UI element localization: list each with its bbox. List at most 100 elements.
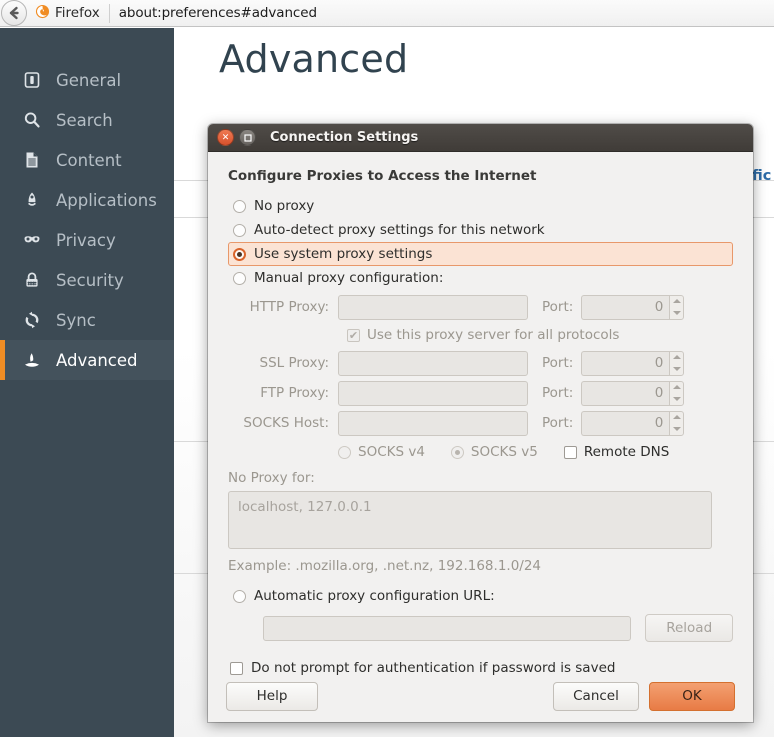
pac-block: Automatic proxy configuration URL: Reloa… (228, 584, 733, 642)
all-protocols-checkbox[interactable]: ✔ (347, 328, 360, 342)
sync-icon (22, 310, 42, 330)
close-icon[interactable]: ✕ (217, 129, 234, 146)
browser-toolbar: Firefox about:preferences#advanced (0, 0, 774, 27)
socks-host-row: SOCKS Host: Port: 0 (228, 408, 733, 438)
general-icon (22, 70, 42, 90)
ssl-port-label: Port: (542, 355, 574, 371)
advanced-icon (22, 350, 42, 370)
radio-automatic-proxy-url[interactable]: Automatic proxy configuration URL: (228, 584, 733, 608)
radio-label: Use system proxy settings (254, 246, 433, 262)
dialog-title: Connection Settings (270, 130, 419, 145)
maximize-icon[interactable] (239, 129, 256, 146)
dialog-footer: Help Cancel OK (208, 670, 753, 722)
ssl-proxy-input[interactable] (338, 350, 528, 376)
back-arrow-icon (6, 5, 22, 21)
radio-indicator (233, 223, 246, 237)
dialog-heading: Configure Proxies to Access the Internet (228, 168, 537, 184)
connection-settings-dialog: ✕ Connection Settings Configure Proxies … (208, 124, 753, 722)
ok-button[interactable]: OK (649, 681, 735, 711)
ftp-port-stepper[interactable]: 0 (581, 380, 685, 406)
ssl-port-input[interactable]: 0 (581, 350, 670, 376)
radio-no-proxy[interactable]: No proxy (228, 194, 733, 218)
sidebar-item-applications[interactable]: Applications (0, 180, 174, 220)
remote-dns-checkbox[interactable] (563, 445, 577, 459)
radio-label: Automatic proxy configuration URL: (254, 588, 495, 604)
sidebar-item-security[interactable]: Security (0, 260, 174, 300)
back-button[interactable] (1, 0, 27, 26)
manual-proxy-block: HTTP Proxy: Port: 0 ✔ Use this proxy ser… (228, 292, 733, 574)
http-proxy-input[interactable] (338, 294, 528, 320)
socks-port-stepper[interactable]: 0 (581, 410, 685, 436)
ftp-port-input[interactable]: 0 (581, 380, 670, 406)
sidebar-item-label: Privacy (56, 230, 116, 250)
sidebar-item-privacy[interactable]: Privacy (0, 220, 174, 260)
sidebar-item-search[interactable]: Search (0, 100, 174, 140)
socks-v5-radio[interactable] (450, 445, 464, 459)
radio-indicator (233, 247, 246, 261)
search-icon (22, 110, 42, 130)
socks-host-label: SOCKS Host: (243, 415, 329, 431)
url-separator (108, 3, 110, 23)
preferences-sidebar: General Search Content Applications Priv… (0, 28, 174, 737)
reload-button[interactable]: Reload (645, 614, 733, 642)
sidebar-item-content[interactable]: Content (0, 140, 174, 180)
remote-dns-label: Remote DNS (583, 444, 670, 460)
url-bar-text[interactable]: about:preferences#advanced (119, 5, 317, 21)
http-port-label: Port: (542, 299, 574, 315)
radio-manual-proxy[interactable]: Manual proxy configuration: (228, 266, 733, 290)
firefox-logo-icon (35, 4, 50, 23)
sidebar-item-label: General (56, 70, 122, 90)
socks-v5-label: SOCKS v5 (470, 444, 538, 460)
ssl-proxy-row: SSL Proxy: Port: 0 (228, 348, 733, 378)
help-button[interactable]: Help (226, 681, 318, 711)
pac-url-input[interactable] (263, 615, 632, 641)
ftp-proxy-label: FTP Proxy: (260, 385, 329, 401)
socks-port-input[interactable]: 0 (581, 410, 670, 436)
dialog-body: Configure Proxies to Access the Internet… (208, 152, 753, 722)
ftp-port-label: Port: (542, 385, 574, 401)
radio-indicator (233, 271, 246, 285)
cancel-button[interactable]: Cancel (553, 681, 639, 711)
socks-host-input[interactable] (338, 410, 528, 436)
radio-indicator (233, 199, 246, 213)
all-protocols-label: Use this proxy server for all protocols (367, 327, 620, 343)
pac-field-row: Reload (228, 614, 733, 642)
sidebar-item-label: Applications (56, 190, 157, 210)
ftp-proxy-input[interactable] (338, 380, 528, 406)
sidebar-item-sync[interactable]: Sync (0, 300, 174, 340)
sidebar-item-label: Advanced (56, 350, 138, 370)
http-proxy-label: HTTP Proxy: (249, 299, 329, 315)
sidebar-item-advanced[interactable]: Advanced (0, 340, 174, 380)
sidebar-item-general[interactable]: General (0, 60, 174, 100)
spinner-icon[interactable] (669, 380, 685, 406)
radio-label: Auto-detect proxy settings for this netw… (254, 222, 545, 238)
radio-auto-detect[interactable]: Auto-detect proxy settings for this netw… (228, 218, 733, 242)
http-port-input[interactable]: 0 (581, 294, 670, 320)
privacy-mask-icon (22, 230, 42, 250)
no-proxy-label: No Proxy for: (228, 470, 315, 486)
radio-use-system-proxy[interactable]: Use system proxy settings (228, 242, 733, 266)
page-title: Advanced (219, 37, 409, 81)
sidebar-item-label: Search (56, 110, 113, 130)
http-proxy-row: HTTP Proxy: Port: 0 (228, 292, 733, 322)
http-port-stepper[interactable]: 0 (581, 294, 685, 320)
content-icon (22, 150, 42, 170)
radio-indicator (233, 589, 246, 603)
spinner-icon[interactable] (669, 294, 685, 320)
radio-label: No proxy (254, 198, 315, 214)
spinner-icon[interactable] (669, 410, 685, 436)
no-proxy-textarea[interactable]: localhost, 127.0.0.1 (228, 491, 712, 549)
all-protocols-row[interactable]: ✔ Use this proxy server for all protocol… (228, 322, 733, 348)
dialog-titlebar[interactable]: ✕ Connection Settings (208, 124, 753, 152)
firefox-brand-label: Firefox (55, 5, 100, 21)
spinner-icon[interactable] (669, 350, 685, 376)
socks-v4-label: SOCKS v4 (358, 444, 425, 460)
lock-icon (22, 270, 42, 290)
radio-label: Manual proxy configuration: (254, 270, 444, 286)
ssl-port-stepper[interactable]: 0 (581, 350, 685, 376)
socks-v4-radio[interactable] (338, 445, 351, 459)
socks-port-label: Port: (542, 415, 574, 431)
ssl-proxy-label: SSL Proxy: (259, 355, 330, 371)
sidebar-item-label: Content (56, 150, 122, 170)
